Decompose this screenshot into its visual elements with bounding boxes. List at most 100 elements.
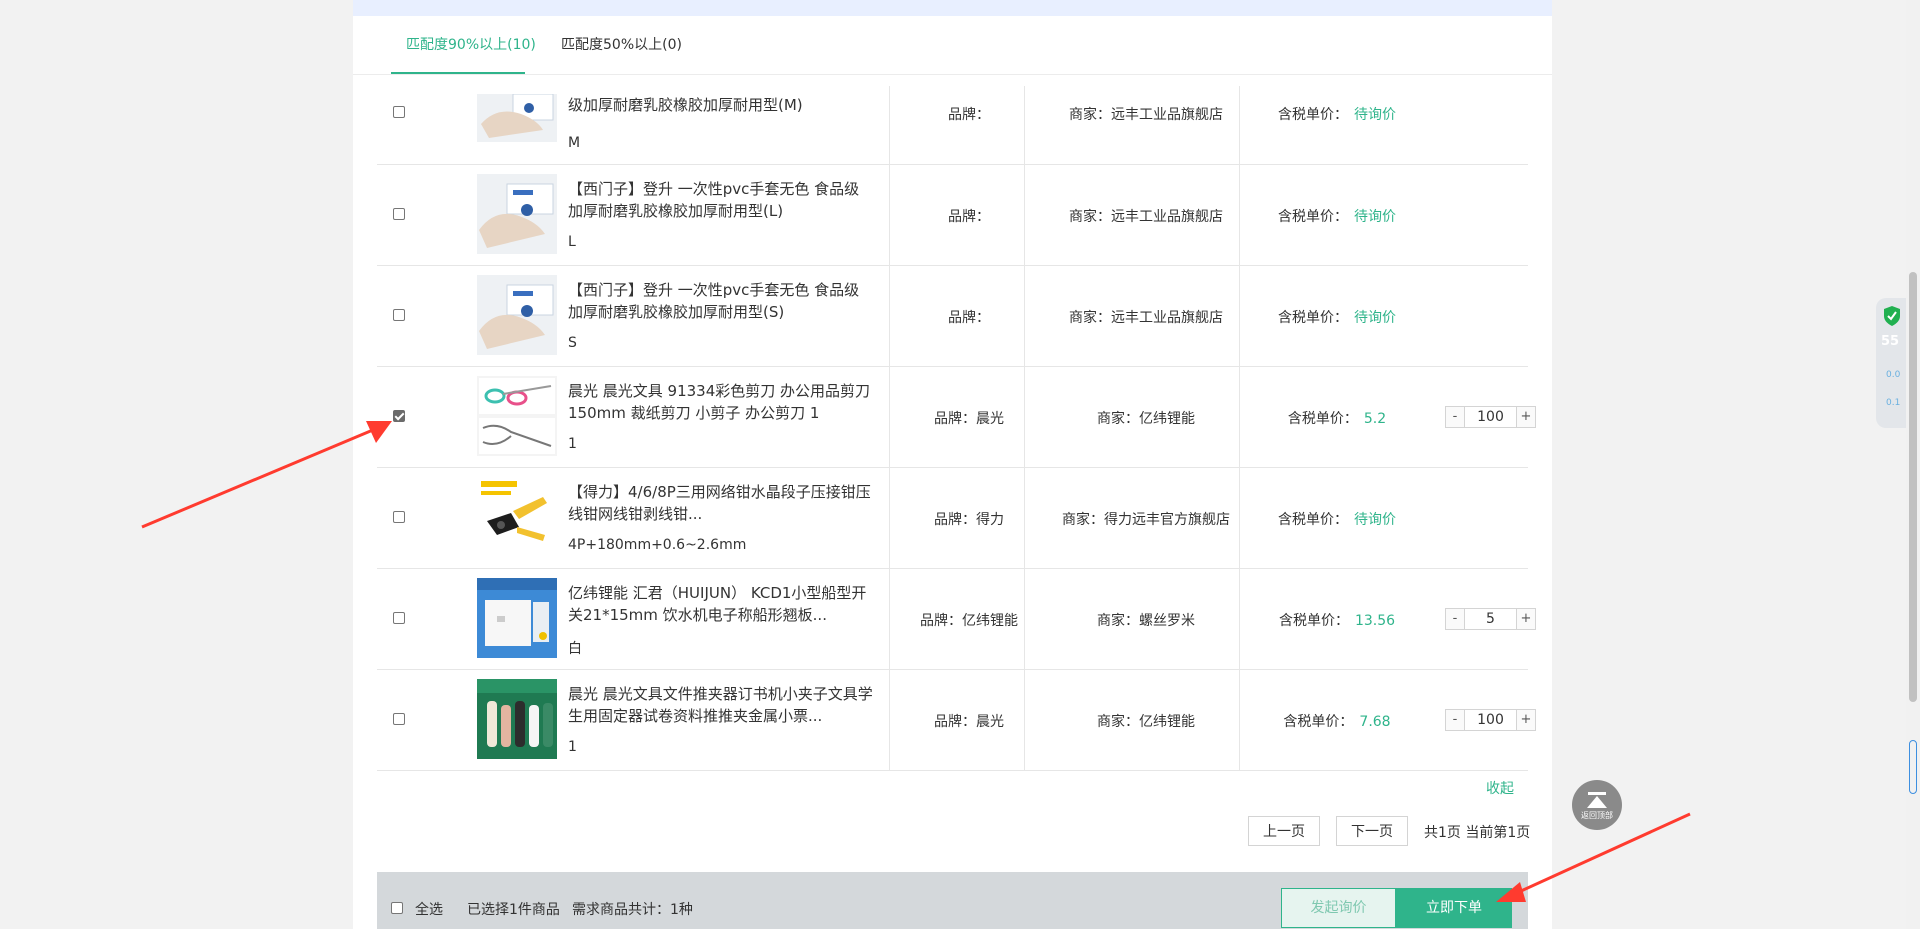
next-page-button[interactable]: 下一页 <box>1336 816 1408 846</box>
quantity-stepper: - 100 + <box>1445 406 1536 428</box>
brand-text: 品牌： <box>948 310 990 326</box>
price-value: 13.56 <box>1354 613 1396 629</box>
product-spec: 1 <box>568 739 577 755</box>
scrollbar-thumb[interactable] <box>1909 272 1917 702</box>
price-label: 含税单价： <box>1278 613 1349 629</box>
demand-count: 需求商品共计：1种 <box>572 902 693 918</box>
product-image <box>477 174 557 254</box>
increase-button[interactable]: + <box>1516 710 1535 730</box>
merchant-text: 商家：得力远丰官方旗舰店 <box>1062 512 1230 528</box>
price-value: 待询价 <box>1354 512 1396 528</box>
column-divider <box>1239 669 1240 770</box>
price-cell: 含税单价： 5.2 <box>1267 408 1407 428</box>
merchant-text: 商家：螺丝罗米 <box>1097 613 1195 629</box>
increase-button[interactable]: + <box>1516 609 1535 629</box>
price-value: 7.68 <box>1359 714 1391 730</box>
price-label: 含税单价： <box>1287 411 1358 427</box>
back-to-top-button[interactable]: 返回顶部 <box>1572 780 1622 830</box>
table-row: 【西门子】登升 一次性pvc手套无色 食品级加厚耐磨乳胶橡胶加厚耐用型(L) L… <box>377 164 1528 266</box>
page-scrollbar[interactable] <box>1906 0 1920 929</box>
column-divider <box>1024 568 1025 669</box>
decrease-button[interactable]: - <box>1446 710 1465 730</box>
row-checkbox[interactable] <box>393 208 405 220</box>
quantity-input[interactable]: 100 <box>1464 407 1517 427</box>
tab-match-90[interactable]: 匹配度90%以上(10) <box>406 34 536 54</box>
select-all-checkbox[interactable] <box>391 902 403 914</box>
collapse-link[interactable]: 收起 <box>1486 778 1514 798</box>
price-label: 含税单价： <box>1278 209 1348 225</box>
price-cell: 含税单价： 7.68 <box>1267 711 1407 731</box>
page-info: 共1页 当前第1页 <box>1424 825 1531 841</box>
quantity-input[interactable]: 5 <box>1464 609 1517 629</box>
product-name[interactable]: 亿纬锂能 汇君（HUIJUN） KCD1小型船型开关21*15mm 饮水机电子称… <box>568 582 873 626</box>
column-divider <box>1024 164 1025 265</box>
product-image <box>477 477 557 557</box>
product-spec: 1 <box>568 436 577 452</box>
product-name[interactable]: 【得力】4/6/8P三用网络钳水晶段子压接钳压线钳网线钳剥线钳... <box>568 481 873 525</box>
table-row: 晨光 晨光文具文件推夹器订书机小夹子文具学生用固定器试卷资料推推夹金属小票...… <box>377 669 1536 771</box>
column-divider <box>889 86 890 164</box>
merchant-text: 商家：亿纬锂能 <box>1097 714 1195 730</box>
product-name[interactable]: 级加厚耐磨乳胶橡胶加厚耐用型(M) <box>568 94 873 116</box>
column-divider <box>889 366 890 467</box>
table-row: 亿纬锂能 汇君（HUIJUN） KCD1小型船型开关21*15mm 饮水机电子称… <box>377 568 1536 670</box>
header-band <box>353 0 1552 16</box>
column-divider <box>1239 164 1240 265</box>
row-checkbox[interactable] <box>393 612 405 624</box>
prev-page-button[interactable]: 上一页 <box>1248 816 1320 846</box>
match-tabs: 匹配度90%以上(10) 匹配度50%以上(0) <box>353 16 1552 75</box>
brand-text: 品牌：亿纬锂能 <box>920 613 1018 629</box>
upload-speed: 0.0 <box>1886 370 1901 380</box>
column-divider <box>889 568 890 669</box>
price-value: 5.2 <box>1363 411 1387 427</box>
column-divider <box>1024 265 1025 366</box>
decrease-button[interactable]: - <box>1446 609 1465 629</box>
quantity-input[interactable]: 100 <box>1464 710 1517 730</box>
brand-text: 品牌： <box>948 209 990 225</box>
product-spec: L <box>568 234 576 250</box>
select-all-label[interactable]: 全选 <box>415 899 443 919</box>
merchant-text: 商家：亿纬锂能 <box>1097 411 1195 427</box>
order-now-button[interactable]: 立即下单 <box>1396 888 1512 928</box>
merchant-text: 商家：远丰工业品旗舰店 <box>1069 310 1223 326</box>
column-divider <box>1024 669 1025 770</box>
price-label: 含税单价： <box>1278 107 1348 123</box>
row-checkbox[interactable] <box>393 511 405 523</box>
network-monitor-widget[interactable]: 55 0.0 0.1 <box>1876 298 1906 428</box>
merchant-text: 商家：远丰工业品旗舰店 <box>1069 107 1223 123</box>
merchant-text: 商家：远丰工业品旗舰店 <box>1069 209 1223 225</box>
inquiry-button[interactable]: 发起询价 <box>1281 888 1396 928</box>
price-cell: 含税单价： 待询价 <box>1267 509 1407 529</box>
price-value: 待询价 <box>1354 107 1396 123</box>
price-label: 含税单价： <box>1278 512 1348 528</box>
tab-match-50[interactable]: 匹配度50%以上(0) <box>561 34 682 54</box>
row-checkbox[interactable] <box>393 309 405 321</box>
main-panel: 匹配度90%以上(10) 匹配度50%以上(0) 级加厚耐磨乳胶橡胶加厚耐用型(… <box>353 0 1552 929</box>
column-divider <box>1239 366 1240 467</box>
decrease-button[interactable]: - <box>1446 407 1465 427</box>
product-image <box>477 94 557 142</box>
product-image <box>477 275 557 355</box>
price-value: 待询价 <box>1354 209 1396 225</box>
product-name[interactable]: 【西门子】登升 一次性pvc手套无色 食品级加厚耐磨乳胶橡胶加厚耐用型(L) <box>568 178 873 222</box>
table-row: 【西门子】登升 一次性pvc手套无色 食品级加厚耐磨乳胶橡胶加厚耐用型(S) S… <box>377 265 1528 367</box>
product-spec: 白 <box>568 641 582 657</box>
brand-text: 品牌：晨光 <box>934 411 1004 427</box>
table-row: 级加厚耐磨乳胶橡胶加厚耐用型(M) M 品牌： 商家：远丰工业品旗舰店 含税单价… <box>377 74 1528 165</box>
column-divider <box>1024 86 1025 164</box>
column-divider <box>1024 366 1025 467</box>
product-spec: 4P+180mm+0.6~2.6mm <box>568 537 747 553</box>
download-speed: 0.1 <box>1886 398 1901 408</box>
product-name[interactable]: 晨光 晨光文具 91334彩色剪刀 办公用品剪刀 150mm 裁纸剪刀 小剪子 … <box>568 380 873 424</box>
product-name[interactable]: 晨光 晨光文具文件推夹器订书机小夹子文具学生用固定器试卷资料推推夹金属小票... <box>568 683 873 727</box>
price-cell: 含税单价： 待询价 <box>1267 206 1407 226</box>
row-checkbox[interactable] <box>393 713 405 725</box>
checkout-bar: 全选 已选择1件商品 需求商品共计：1种 发起询价 立即下单 <box>377 872 1528 929</box>
increase-button[interactable]: + <box>1516 407 1535 427</box>
brand-text: 品牌：晨光 <box>934 714 1004 730</box>
product-image <box>477 578 557 658</box>
row-checkbox[interactable] <box>393 106 405 118</box>
selected-count: 已选择1件商品 <box>467 902 560 918</box>
row-checkbox[interactable] <box>393 410 405 422</box>
product-name[interactable]: 【西门子】登升 一次性pvc手套无色 食品级加厚耐磨乳胶橡胶加厚耐用型(S) <box>568 279 873 323</box>
